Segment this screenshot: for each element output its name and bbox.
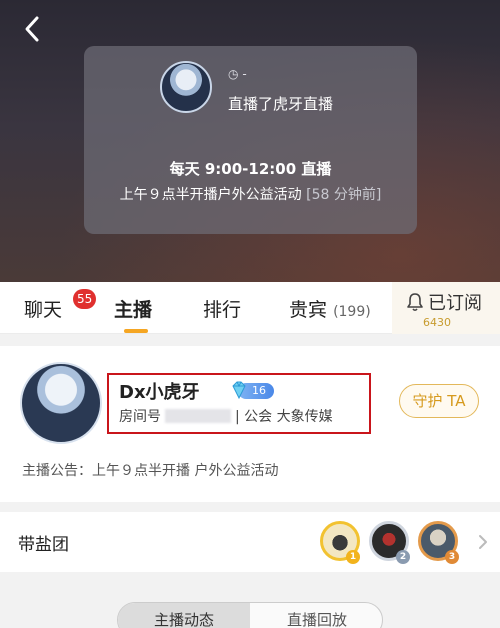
vip-count: (199): [333, 304, 371, 320]
clock-text: -: [242, 67, 247, 81]
subscribe-button[interactable]: 已订阅 6430: [392, 282, 500, 334]
chevron-right-icon: [479, 535, 487, 549]
streamer-avatar-small: [160, 61, 212, 113]
subscribe-label: 已订阅: [428, 293, 482, 314]
tab-vip[interactable]: 贵宾 (199): [289, 295, 371, 322]
tab-vip-label: 贵宾: [289, 299, 328, 321]
salt-group-label: 带盐团: [18, 535, 69, 555]
guard-button[interactable]: 守护 TA: [399, 384, 479, 418]
segment-host-dynamics[interactable]: 主播动态: [118, 603, 250, 628]
active-tab-indicator: [124, 329, 148, 333]
fan-rank-badge: 1: [346, 550, 360, 564]
schedule-text: 每天 9:00-12:00 直播: [169, 160, 332, 178]
room-info: 房间号 | 公会 大象传媒: [119, 406, 333, 426]
live-notice-card: ◷ - 直播了虎牙直播 每天 9:00-12:00 直播 上午９点半开播户外公益…: [84, 46, 417, 234]
tab-host-label: 主播: [114, 299, 153, 321]
tab-rank-label: 排行: [203, 299, 242, 321]
salt-group-row[interactable]: 带盐团 1 2 3: [0, 512, 500, 572]
time-ago-text: [58 分钟前]: [306, 187, 382, 203]
guild-text: | 公会 大象传媒: [235, 409, 333, 425]
streamer-avatar[interactable]: [20, 362, 102, 444]
room-number-label: 房间号: [119, 409, 161, 425]
room-tab-bar: 聊天 55 主播 排行 贵宾 (199) 已订阅 6430: [0, 282, 500, 334]
event-line: 上午９点半开播户外公益活动 [58 分钟前]: [84, 184, 417, 204]
tab-chat-label: 聊天: [24, 299, 63, 321]
diamond-icon: [232, 381, 246, 400]
content-segment-control: 主播动态 直播回放: [117, 602, 383, 628]
live-status-text: 直播了虎牙直播: [228, 95, 334, 113]
live-preview-area: ◷ - 直播了虎牙直播 每天 9:00-12:00 直播 上午９点半开播户外公益…: [0, 0, 500, 282]
event-text: 上午９点半开播户外公益活动: [119, 187, 302, 203]
bell-icon: [407, 293, 423, 312]
subscriber-count: 6430: [423, 316, 451, 329]
fan-rank-badge: 2: [396, 550, 410, 564]
chat-unread-badge: 55: [73, 289, 97, 309]
tab-host[interactable]: 主播: [114, 295, 152, 322]
fan-rank-badge: 3: [445, 550, 459, 564]
tab-chat[interactable]: 聊天: [24, 295, 62, 322]
streamer-name: Dx小虎牙: [119, 382, 200, 403]
segment-live-replay[interactable]: 直播回放: [250, 603, 382, 628]
streamer-notice: 主播公告：上午９点半开播 户外公益活动: [22, 463, 279, 479]
back-arrow-icon[interactable]: [18, 14, 48, 44]
streamer-profile-card: Dx小虎牙 16 房间号 | 公会 大象传媒 守护 TA 主播公告：上午９点半开播…: [0, 346, 500, 502]
tab-rank[interactable]: 排行: [203, 295, 241, 322]
clock-icon: ◷: [228, 67, 239, 81]
clock-line: ◷ -: [228, 67, 247, 81]
room-number-blurred: [165, 409, 231, 423]
